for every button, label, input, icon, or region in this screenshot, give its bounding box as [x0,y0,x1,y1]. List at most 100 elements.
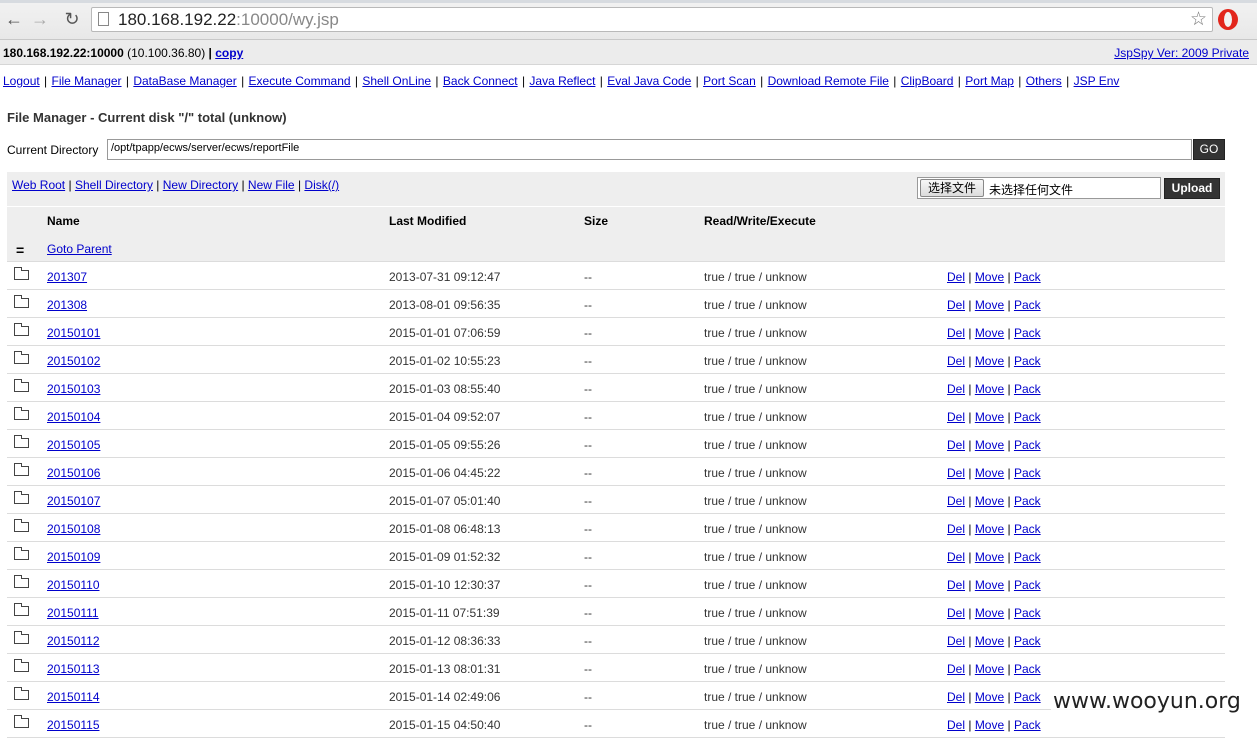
menu-item-file-manager[interactable]: File Manager [52,74,122,88]
move-link[interactable]: Move [975,410,1004,424]
toolbar-link-disk[interactable]: Disk(/) [304,178,339,192]
goto-parent-link[interactable]: Goto Parent [47,242,112,256]
pack-link[interactable]: Pack [1014,326,1041,340]
action-separator: | [1004,410,1014,424]
delete-link[interactable]: Del [947,438,965,452]
menu-item-eval-java-code[interactable]: Eval Java Code [607,74,691,88]
menu-item-logout[interactable]: Logout [3,74,40,88]
toolbar-link-shell-directory[interactable]: Shell Directory [75,178,153,192]
directory-link[interactable]: 20150102 [47,354,100,368]
directory-link[interactable]: 20150114 [47,690,100,704]
menu-item-database-manager[interactable]: DataBase Manager [133,74,236,88]
move-link[interactable]: Move [975,326,1004,340]
directory-link[interactable]: 20150101 [47,326,100,340]
pack-link[interactable]: Pack [1014,522,1041,536]
action-separator: | [1004,298,1014,312]
delete-link[interactable]: Del [947,466,965,480]
pack-link[interactable]: Pack [1014,410,1041,424]
menu-item-execute-command[interactable]: Execute Command [249,74,351,88]
file-upload-field[interactable]: 选择文件 未选择任何文件 [917,177,1161,199]
toolbar-link-web-root[interactable]: Web Root [12,178,65,192]
back-arrow-icon[interactable]: ← [4,9,24,29]
move-link[interactable]: Move [975,634,1004,648]
menu-item-shell-online[interactable]: Shell OnLine [362,74,431,88]
pack-link[interactable]: Pack [1014,354,1041,368]
delete-link[interactable]: Del [947,382,965,396]
menu-item-jsp-env[interactable]: JSP Env [1074,74,1120,88]
menu-item-download-remote-file[interactable]: Download Remote File [768,74,889,88]
move-link[interactable]: Move [975,522,1004,536]
pack-link[interactable]: Pack [1014,606,1041,620]
move-link[interactable]: Move [975,494,1004,508]
delete-link[interactable]: Del [947,410,965,424]
menu-item-port-map[interactable]: Port Map [965,74,1014,88]
delete-link[interactable]: Del [947,494,965,508]
pack-link[interactable]: Pack [1014,494,1041,508]
delete-link[interactable]: Del [947,522,965,536]
menu-item-port-scan[interactable]: Port Scan [703,74,756,88]
move-link[interactable]: Move [975,662,1004,676]
delete-link[interactable]: Del [947,662,965,676]
pack-link[interactable]: Pack [1014,270,1041,284]
delete-link[interactable]: Del [947,578,965,592]
opera-icon[interactable] [1218,9,1238,30]
delete-link[interactable]: Del [947,298,965,312]
pack-link[interactable]: Pack [1014,382,1041,396]
go-button[interactable]: GO [1193,139,1225,160]
delete-link[interactable]: Del [947,550,965,564]
delete-link[interactable]: Del [947,690,965,704]
move-link[interactable]: Move [975,298,1004,312]
pack-link[interactable]: Pack [1014,438,1041,452]
current-directory-input[interactable]: /opt/tpapp/ecws/server/ecws/reportFile [107,139,1192,160]
copy-link[interactable]: copy [215,46,243,60]
choose-file-button[interactable]: 选择文件 [920,179,984,197]
pack-link[interactable]: Pack [1014,634,1041,648]
forward-arrow-icon[interactable]: → [30,9,50,29]
pack-link[interactable]: Pack [1014,578,1041,592]
directory-link[interactable]: 20150104 [47,410,100,424]
move-link[interactable]: Move [975,690,1004,704]
directory-link[interactable]: 20150107 [47,494,100,508]
menu-item-java-reflect[interactable]: Java Reflect [529,74,595,88]
directory-link[interactable]: 20150103 [47,382,100,396]
table-row: 201307 2013-07-31 09:12:47 -- true / true /… [7,262,1225,290]
directory-link[interactable]: 20150105 [47,438,100,452]
reload-icon[interactable]: ↻ [62,9,82,29]
pack-link[interactable]: Pack [1014,690,1041,704]
toolbar-link-new-file[interactable]: New File [248,178,295,192]
version-link[interactable]: JspSpy Ver: 2009 Private [1114,46,1249,60]
delete-link[interactable]: Del [947,270,965,284]
move-link[interactable]: Move [975,578,1004,592]
move-link[interactable]: Move [975,550,1004,564]
move-link[interactable]: Move [975,270,1004,284]
directory-link[interactable]: 20150110 [47,578,100,592]
move-link[interactable]: Move [975,466,1004,480]
pack-link[interactable]: Pack [1014,466,1041,480]
delete-link[interactable]: Del [947,634,965,648]
directory-link[interactable]: 20150112 [47,634,100,648]
pack-link[interactable]: Pack [1014,298,1041,312]
delete-link[interactable]: Del [947,354,965,368]
directory-link[interactable]: 201307 [47,270,87,284]
directory-link[interactable]: 20150106 [47,466,100,480]
toolbar-link-new-directory[interactable]: New Directory [163,178,238,192]
directory-link[interactable]: 20150111 [47,606,99,620]
move-link[interactable]: Move [975,438,1004,452]
move-link[interactable]: Move [975,354,1004,368]
upload-button[interactable]: Upload [1164,178,1220,199]
directory-link[interactable]: 20150108 [47,522,100,536]
menu-item-back-connect[interactable]: Back Connect [443,74,518,88]
delete-link[interactable]: Del [947,606,965,620]
pack-link[interactable]: Pack [1014,662,1041,676]
menu-item-clipboard[interactable]: ClipBoard [901,74,954,88]
pack-link[interactable]: Pack [1014,550,1041,564]
move-link[interactable]: Move [975,606,1004,620]
address-bar[interactable]: 180.168.192.22:10000/wy.jsp ☆ [91,7,1213,32]
directory-link[interactable]: 20150109 [47,550,100,564]
menu-item-others[interactable]: Others [1026,74,1062,88]
directory-link[interactable]: 201308 [47,298,87,312]
directory-link[interactable]: 20150113 [47,662,100,676]
delete-link[interactable]: Del [947,326,965,340]
move-link[interactable]: Move [975,382,1004,396]
bookmark-star-icon[interactable]: ☆ [1190,8,1207,31]
